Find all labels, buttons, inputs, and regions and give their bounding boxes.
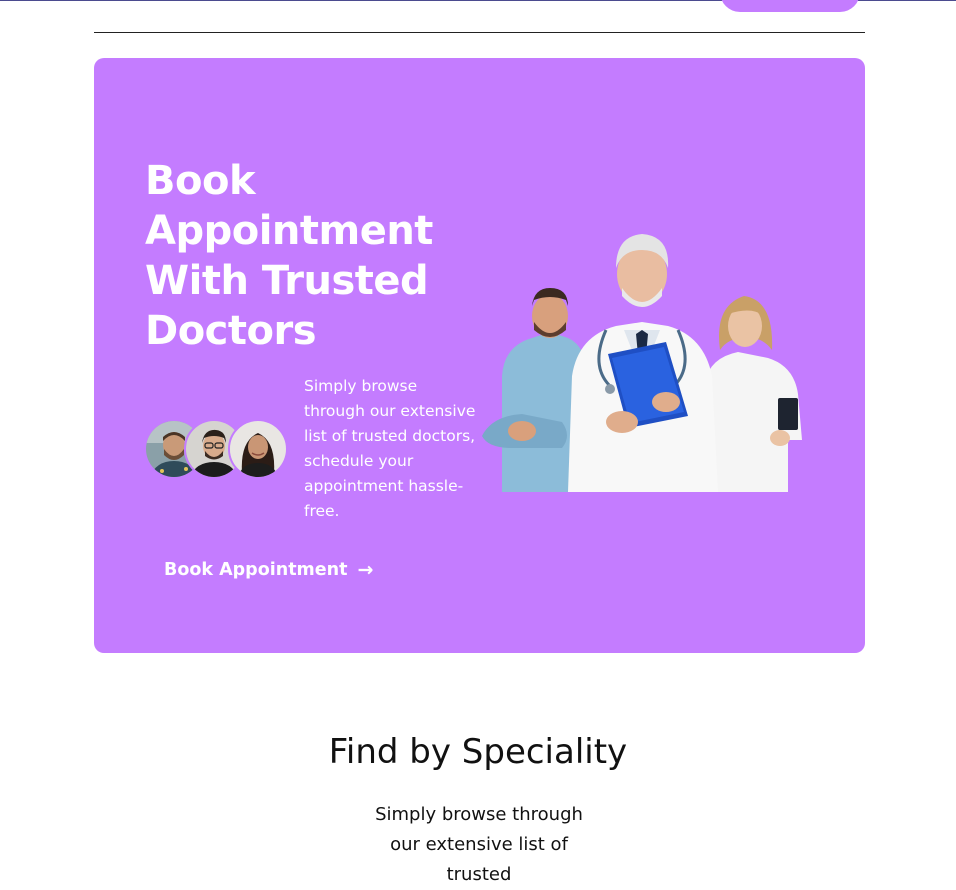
doctor-avatars-group [144, 419, 294, 479]
hero-description: Simply browse through our extensive list… [304, 377, 476, 520]
create-account-button[interactable] [720, 0, 860, 12]
navbar-divider [94, 32, 865, 33]
hero-banner: Book Appointment With Trusted Doctors Si… [94, 58, 865, 653]
book-appointment-label: Book Appointment [164, 560, 348, 580]
hero-title: Book Appointment With Trusted Doctors [145, 158, 433, 354]
doctor-woman-figure [704, 296, 802, 492]
speciality-description: Simply browse through our extensive list… [375, 804, 583, 885]
arrow-right-icon: → [357, 559, 374, 581]
book-appointment-button[interactable]: Book Appointment → [148, 550, 389, 590]
doctor-senior-figure [568, 234, 718, 492]
doctor-avatar-3-image [230, 421, 286, 477]
speciality-title: Find by Speciality [328, 732, 628, 772]
avatar [228, 419, 288, 479]
doctors-group-image [482, 234, 802, 492]
